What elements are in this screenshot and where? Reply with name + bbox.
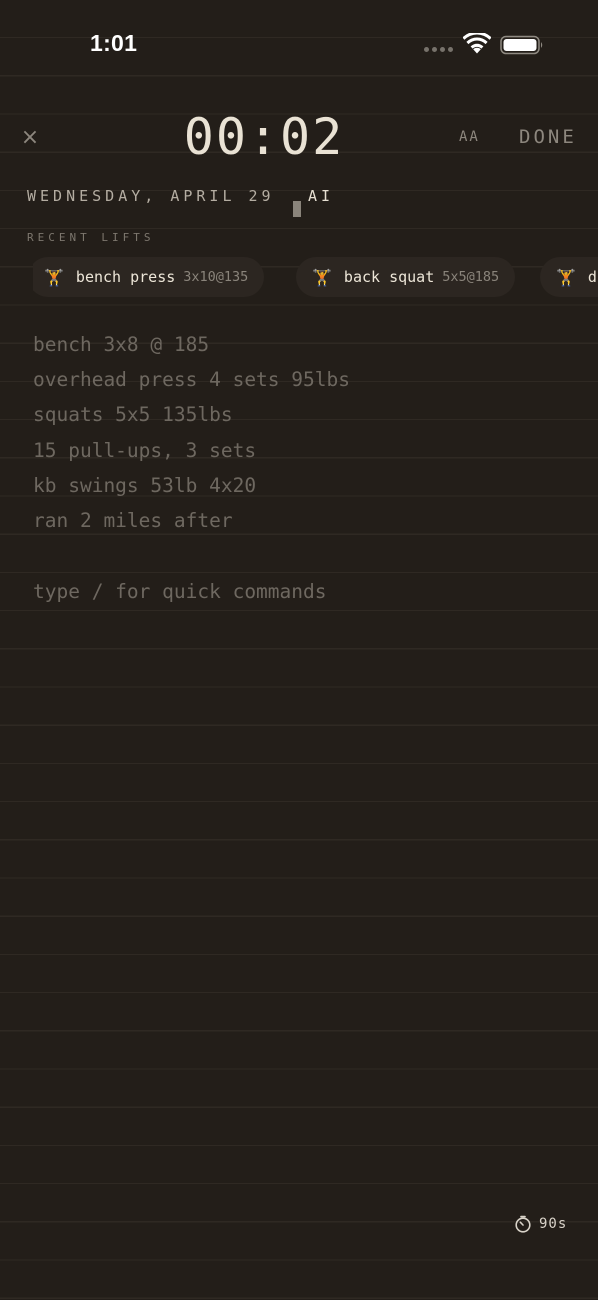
- note-line[interactable]: bench 3x8 @ 185: [33, 333, 209, 356]
- dumbbell-icon: 🏋: [556, 267, 576, 287]
- note-line[interactable]: overhead press 4 sets 95lbs: [33, 368, 350, 391]
- status-time: 1:01: [90, 30, 138, 56]
- note-line[interactable]: kb swings 53lb 4x20: [33, 474, 256, 497]
- rest-timer-label: 90s: [539, 1216, 568, 1232]
- done-button[interactable]: DONE: [519, 126, 577, 148]
- rest-timer-button[interactable]: 90s: [514, 1215, 567, 1233]
- dumbbell-icon: 🏋: [44, 267, 64, 287]
- recent-lift-chip-bench-press[interactable]: 🏋 bench press 3x10@135: [33, 257, 265, 297]
- stopwatch-icon: [515, 1215, 531, 1233]
- chip-lift-detail: 3x10@135: [183, 269, 249, 285]
- date-label: WEDNESDAY, APRIL 29: [27, 187, 275, 205]
- ai-button[interactable]: AI: [308, 187, 334, 205]
- dumbbell-icon: 🏋: [312, 267, 332, 287]
- note-line[interactable]: squats 5x5 135lbs: [33, 403, 233, 426]
- note-line[interactable]: 15 pull-ups, 3 sets: [33, 439, 256, 462]
- text-cursor: [293, 201, 301, 217]
- battery-icon: [500, 35, 543, 55]
- font-size-button[interactable]: AA: [459, 129, 480, 145]
- recent-lifts-label: RECENT LIFTS: [27, 231, 155, 244]
- chip-lift-name: back squat: [343, 268, 435, 286]
- cellular-signal-icon: [424, 47, 453, 52]
- recent-lift-chip-partial[interactable]: 🏋 d: [540, 257, 598, 297]
- recent-lifts-list: 🏋 bench press 3x10@135 🏋 back squat 5x5@…: [33, 257, 598, 299]
- note-line[interactable]: ran 2 miles after: [33, 509, 233, 532]
- wifi-icon: [463, 33, 491, 54]
- recent-lift-chip-back-squat[interactable]: 🏋 back squat 5x5@185: [296, 257, 516, 297]
- quick-command-hint[interactable]: type / for quick commands: [33, 580, 327, 603]
- chip-lift-detail: 5x5@185: [442, 269, 500, 285]
- session-timer: 00:02: [183, 108, 345, 166]
- chip-lift-name: bench press: [75, 268, 176, 286]
- chip-lift-name: d: [587, 268, 597, 286]
